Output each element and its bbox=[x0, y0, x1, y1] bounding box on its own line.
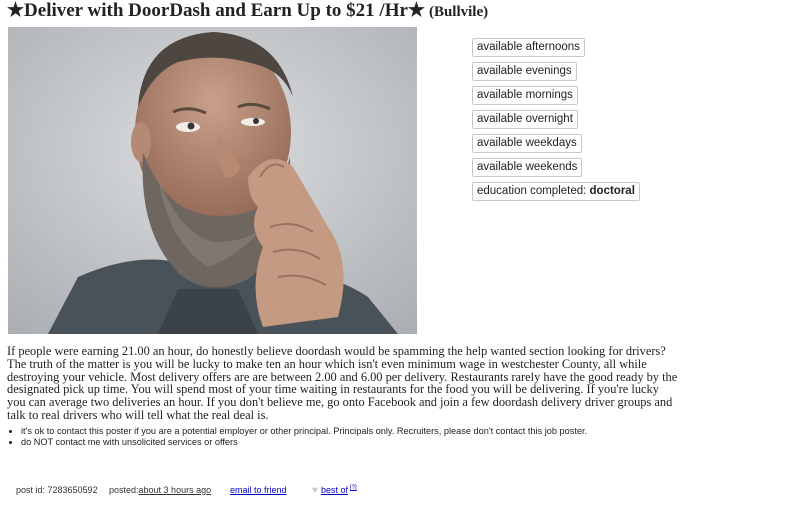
posted-time-link[interactable]: about 3 hours ago bbox=[139, 485, 212, 495]
heart-icon[interactable]: ♥ bbox=[312, 485, 318, 496]
best-of-group: ♥ best of [?] bbox=[312, 485, 357, 496]
attribute-available-mornings: available mornings bbox=[472, 86, 578, 105]
best-of-help-link[interactable]: [?] bbox=[350, 485, 357, 491]
posting-photo[interactable] bbox=[8, 27, 417, 334]
best-of-link[interactable]: best of bbox=[321, 485, 348, 495]
attribute-available-weekends: available weekends bbox=[472, 158, 583, 177]
posted-time: posted: about 3 hours ago bbox=[109, 485, 211, 495]
email-to-friend-link[interactable]: email to friend bbox=[230, 485, 287, 495]
attribute-available-evenings: available evenings bbox=[472, 62, 577, 81]
attribute-available-weekdays: available weekdays bbox=[472, 134, 582, 153]
posting-body: If people were earning 21.00 an hour, do… bbox=[7, 344, 678, 422]
notice-item: it's ok to contact this poster if you ar… bbox=[21, 426, 587, 437]
posting-notices: it's ok to contact this poster if you ar… bbox=[8, 426, 587, 447]
posting-attributes: available afternoons available evenings … bbox=[472, 38, 640, 206]
attribute-education-value: doctoral bbox=[589, 185, 635, 197]
attribute-available-overnight: available overnight bbox=[472, 110, 578, 129]
posting-title: ★Deliver with DoorDash and Earn Up to $2… bbox=[7, 0, 488, 23]
posting-location: (Bullvile) bbox=[428, 4, 489, 20]
notice-item: do NOT contact me with unsolicited servi… bbox=[21, 437, 587, 448]
post-id: post id: 7283650592 bbox=[16, 485, 98, 495]
attribute-education: education completed: doctoral bbox=[472, 182, 640, 201]
posted-label: posted: bbox=[109, 485, 139, 495]
photo-of-bearded-man bbox=[8, 27, 417, 334]
posting-title-text: ★Deliver with DoorDash and Earn Up to $2… bbox=[7, 0, 425, 21]
attribute-available-afternoons: available afternoons bbox=[472, 38, 585, 57]
attribute-education-label: education completed: bbox=[477, 185, 590, 197]
